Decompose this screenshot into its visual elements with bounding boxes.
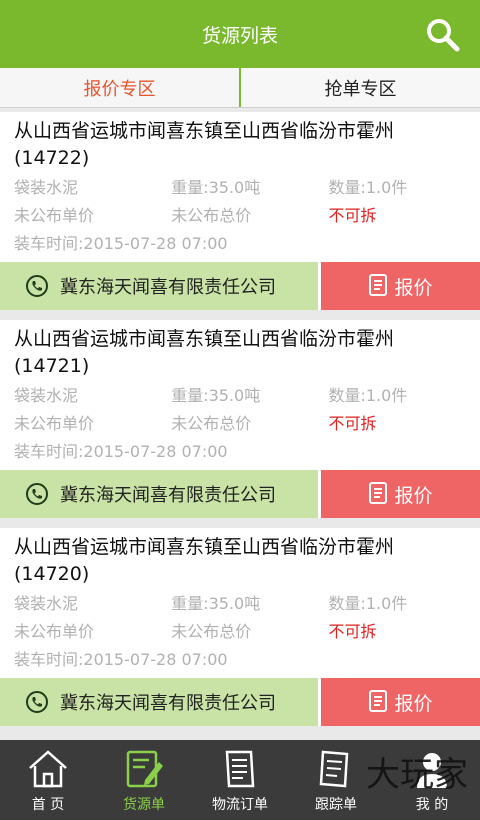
quote-label: 报价: [394, 692, 433, 715]
split-status: 不可拆: [328, 414, 377, 433]
cargo-type: 袋装水泥: [14, 178, 79, 197]
cargo-type: 袋装水泥: [14, 386, 79, 405]
phone-icon: [26, 483, 48, 505]
load-time: 装车时间:2015-07-28 07:00: [14, 234, 228, 253]
cargo-weight: 重量:35.0吨: [171, 386, 261, 405]
cargo-weight: 重量:35.0吨: [171, 594, 261, 613]
quote-label: 报价: [394, 276, 433, 299]
total-price: 未公布总价: [171, 206, 252, 225]
cargo-list: 从山西省运城市闻喜东镇至山西省临汾市霍州(14722) 袋装水泥 重量:35.0…: [0, 108, 480, 726]
quote-label: 报价: [394, 484, 433, 507]
quote-button[interactable]: 报价: [321, 678, 480, 726]
load-time: 装车时间:2015-07-28 07:00: [14, 650, 228, 669]
cargo-card[interactable]: 从山西省运城市闻喜东镇至山西省临汾市霍州(14721) 袋装水泥 重量:35.0…: [0, 320, 480, 518]
call-company-button[interactable]: 冀东海天闻喜有限责任公司: [0, 678, 318, 726]
company-name: 冀东海天闻喜有限责任公司: [60, 693, 276, 714]
tab-grab-order-zone[interactable]: 抢单专区: [241, 68, 480, 107]
cargo-quantity: 数量:1.0件: [328, 594, 408, 613]
unit-price: 未公布单价: [14, 206, 95, 225]
cargo-list-icon: [126, 750, 163, 788]
call-company-button[interactable]: 冀东海天闻喜有限责任公司: [0, 470, 318, 518]
app-header: 货源列表: [0, 0, 480, 68]
company-name: 冀东海天闻喜有限责任公司: [60, 277, 276, 298]
split-status: 不可拆: [328, 206, 377, 225]
nav-label: 物流订单: [212, 797, 268, 813]
home-icon: [29, 750, 67, 788]
call-company-button[interactable]: 冀东海天闻喜有限责任公司: [0, 262, 318, 310]
company-name: 冀东海天闻喜有限责任公司: [60, 485, 276, 506]
quote-button[interactable]: 报价: [321, 470, 480, 518]
nav-label: 首 页: [31, 797, 65, 813]
total-price: 未公布总价: [171, 622, 252, 641]
cargo-type: 袋装水泥: [14, 594, 79, 613]
document-icon: [369, 690, 388, 712]
split-status: 不可拆: [328, 622, 377, 641]
tab-quote-zone[interactable]: 报价专区: [0, 68, 241, 107]
nav-home[interactable]: 首 页: [0, 740, 96, 820]
phone-icon: [26, 691, 48, 713]
quote-button[interactable]: 报价: [321, 262, 480, 310]
nav-label: 我 的: [415, 797, 449, 813]
order-icon: [225, 750, 255, 788]
watermark-logo: 大玩家: [366, 755, 468, 795]
search-icon[interactable]: [424, 16, 460, 52]
cargo-card[interactable]: 从山西省运城市闻喜东镇至山西省临汾市霍州(14720) 袋装水泥 重量:35.0…: [0, 528, 480, 726]
cargo-card[interactable]: 从山西省运城市闻喜东镇至山西省临汾市霍州(14722) 袋装水泥 重量:35.0…: [0, 112, 480, 310]
total-price: 未公布总价: [171, 414, 252, 433]
route-text: 从山西省运城市闻喜东镇至山西省临汾市霍州(14721): [14, 328, 395, 377]
phone-icon: [26, 275, 48, 297]
unit-price: 未公布单价: [14, 414, 95, 433]
unit-price: 未公布单价: [14, 622, 95, 641]
document-icon: [369, 274, 388, 296]
cargo-quantity: 数量:1.0件: [328, 386, 408, 405]
nav-label: 货源单: [123, 797, 165, 813]
load-time: 装车时间:2015-07-28 07:00: [14, 442, 228, 461]
route-text: 从山西省运城市闻喜东镇至山西省临汾市霍州(14720): [14, 536, 395, 585]
nav-label: 跟踪单: [315, 797, 357, 813]
page-title: 货源列表: [201, 24, 278, 47]
tab-bar: 报价专区 抢单专区: [0, 68, 480, 108]
cargo-weight: 重量:35.0吨: [171, 178, 261, 197]
nav-cargo-list[interactable]: 货源单: [96, 740, 192, 820]
document-icon: [369, 482, 388, 504]
route-text: 从山西省运城市闻喜东镇至山西省临汾市霍州(14722): [14, 120, 395, 169]
nav-logistics-orders[interactable]: 物流订单: [192, 740, 288, 820]
track-icon: [319, 750, 349, 788]
cargo-quantity: 数量:1.0件: [328, 178, 408, 197]
